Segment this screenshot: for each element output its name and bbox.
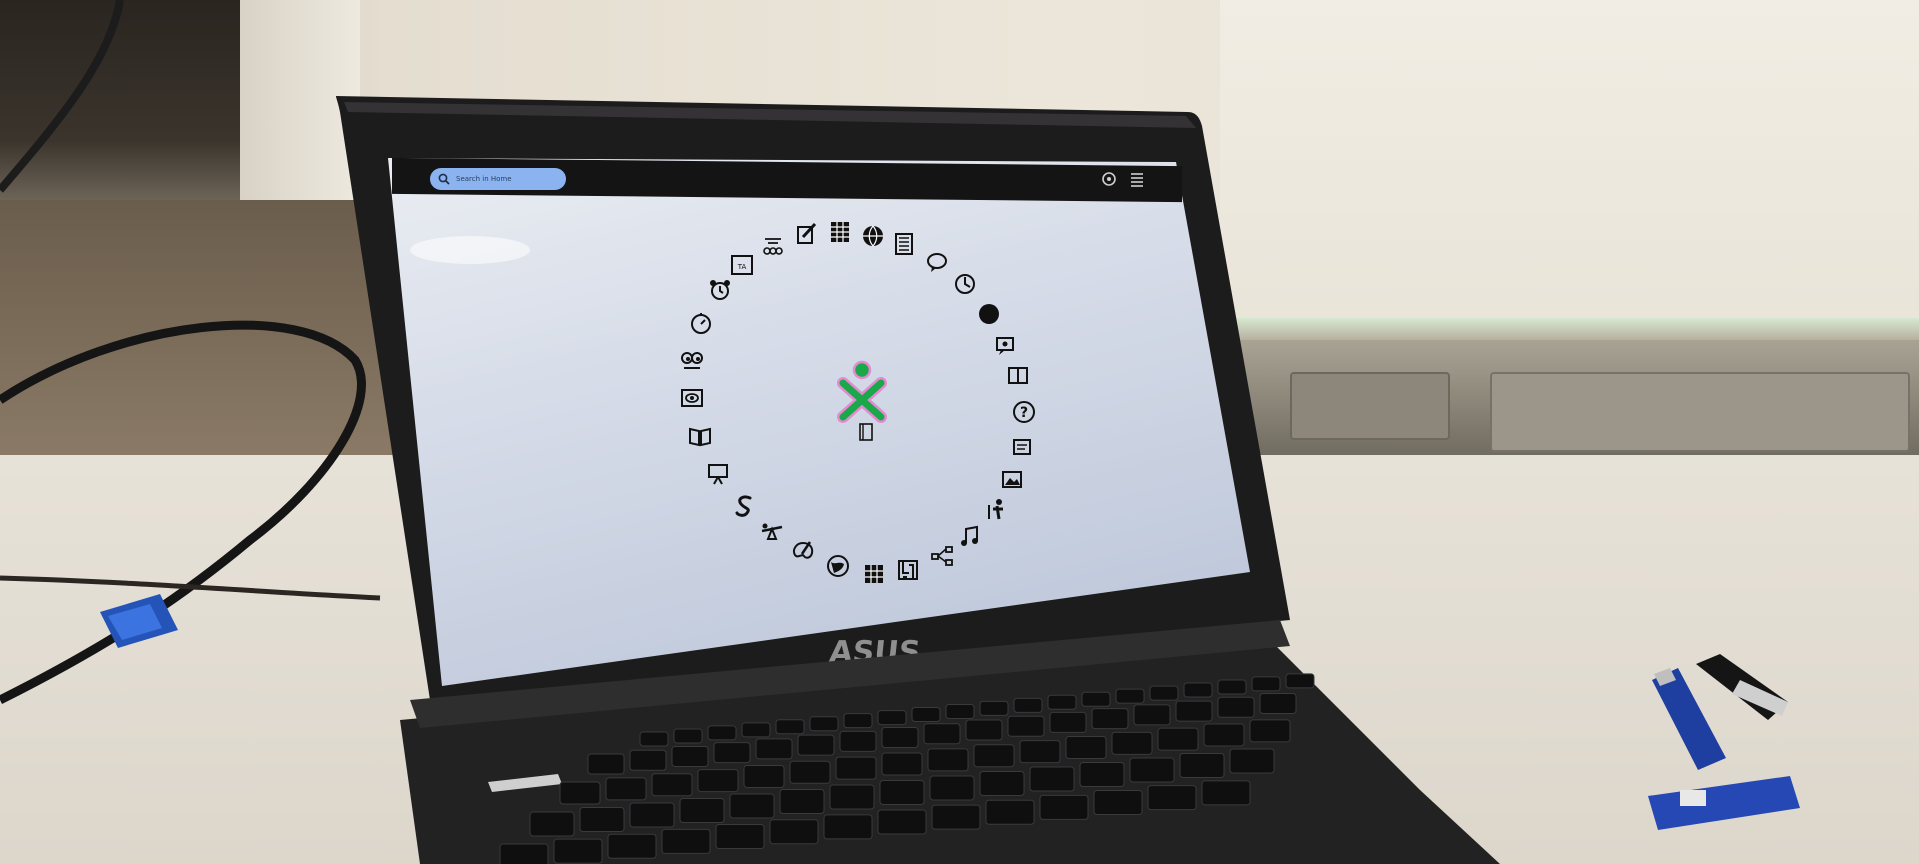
keyboard-key[interactable] <box>879 780 925 805</box>
keyboard-key[interactable] <box>629 802 675 828</box>
keyboard-key[interactable] <box>529 811 575 837</box>
keyboard-key[interactable] <box>797 734 835 756</box>
keyboard-key[interactable] <box>661 828 711 854</box>
keyboard-key[interactable] <box>1007 715 1045 737</box>
keyboard-key[interactable] <box>1111 731 1153 755</box>
keyboard-key[interactable] <box>979 700 1009 716</box>
keyboard-key[interactable] <box>1183 682 1213 698</box>
keyboard-key[interactable] <box>553 838 603 864</box>
keyboard-key[interactable] <box>755 738 793 760</box>
keyboard-key[interactable] <box>673 728 703 744</box>
keyboard-key[interactable] <box>965 719 1003 741</box>
keyboard-key[interactable] <box>877 710 907 726</box>
keyboard-key[interactable] <box>973 744 1015 768</box>
keyboard-key[interactable] <box>929 775 975 801</box>
keyboard-key[interactable] <box>979 771 1025 796</box>
keyboard-key[interactable] <box>1217 696 1255 718</box>
keyboard-key[interactable] <box>1081 691 1111 707</box>
usb-stick-blue-2 <box>1648 776 1800 830</box>
keyboard-key[interactable] <box>1229 748 1275 774</box>
keyboard-key[interactable] <box>809 716 839 732</box>
keyboard-key[interactable] <box>1019 740 1061 764</box>
keyboard-key[interactable] <box>985 799 1035 825</box>
keyboard-key[interactable] <box>1029 766 1075 792</box>
keyboard-key[interactable] <box>775 719 805 735</box>
keyboard-key[interactable] <box>789 760 831 784</box>
keyboard-key[interactable] <box>1149 685 1179 701</box>
keyboard-key[interactable] <box>1115 688 1145 704</box>
keyboard-key[interactable] <box>639 731 669 747</box>
keyboard-key[interactable] <box>1157 727 1199 751</box>
keyboard-key[interactable] <box>1079 762 1125 787</box>
keyboard-key[interactable] <box>1093 790 1143 816</box>
keyboard-key[interactable] <box>927 748 969 772</box>
keyboard-key[interactable] <box>1175 700 1213 722</box>
keyboard-key[interactable] <box>707 725 737 741</box>
keyboard-key[interactable] <box>1147 785 1197 811</box>
keyboard-key[interactable] <box>729 793 775 819</box>
keyboard-key[interactable] <box>1251 676 1281 692</box>
keyboard-key[interactable] <box>715 824 765 850</box>
usb-stick-blue <box>1652 668 1726 770</box>
keyboard-key[interactable] <box>923 723 961 745</box>
keyboard-key[interactable] <box>769 819 819 845</box>
keyboard-key[interactable] <box>1133 704 1171 726</box>
keyboard-key[interactable] <box>945 703 975 719</box>
keyboard-key[interactable] <box>911 707 941 723</box>
keyboard-key[interactable] <box>881 752 923 776</box>
keyboard-key[interactable] <box>1065 735 1107 759</box>
keyboard-key[interactable] <box>579 807 625 832</box>
keyboard-key[interactable] <box>1201 780 1251 806</box>
keyboard-key[interactable] <box>835 756 877 780</box>
keyboard-key[interactable] <box>605 777 647 801</box>
keyboard-key[interactable] <box>1047 694 1077 710</box>
keyboard-key[interactable] <box>1129 757 1175 783</box>
keyboard-key[interactable] <box>839 730 877 752</box>
keyboard-key[interactable] <box>713 742 751 764</box>
keyboard-key[interactable] <box>743 764 785 788</box>
keyboard-key[interactable] <box>877 809 927 835</box>
keyboard-key[interactable] <box>629 749 667 771</box>
keyboard-key[interactable] <box>1179 753 1225 778</box>
keyboard-key[interactable] <box>1249 719 1291 743</box>
keyboard-key[interactable] <box>779 789 825 814</box>
keyboard-key[interactable] <box>559 781 601 805</box>
keyboard-key[interactable] <box>1217 679 1247 695</box>
usb-sticks <box>1648 654 1800 830</box>
keyboard-key[interactable] <box>1091 708 1129 730</box>
keyboard-key[interactable] <box>1013 697 1043 713</box>
keyboard-key[interactable] <box>679 798 725 823</box>
keyboard <box>499 673 1315 864</box>
keyboard-key[interactable] <box>1259 693 1297 715</box>
keyboard-key[interactable] <box>1049 711 1087 733</box>
keyboard-key[interactable] <box>587 753 625 775</box>
keyboard-key[interactable] <box>881 727 919 749</box>
usb-stick-black <box>1696 654 1788 720</box>
keyboard-key[interactable] <box>843 713 873 729</box>
keyboard-key[interactable] <box>829 784 875 810</box>
keyboard-key[interactable] <box>651 773 693 797</box>
keyboard-key[interactable] <box>823 814 873 840</box>
keyboard-key[interactable] <box>741 722 771 738</box>
keyboard-key[interactable] <box>499 843 549 864</box>
keyboard-key[interactable] <box>671 745 709 767</box>
keyboard-key[interactable] <box>607 833 657 859</box>
keyboard-key[interactable] <box>1203 723 1245 747</box>
keyboard-key[interactable] <box>1285 673 1315 689</box>
keyboard-key[interactable] <box>1039 794 1089 820</box>
keyboard-key[interactable] <box>697 769 739 793</box>
keyboard-key[interactable] <box>931 804 981 830</box>
